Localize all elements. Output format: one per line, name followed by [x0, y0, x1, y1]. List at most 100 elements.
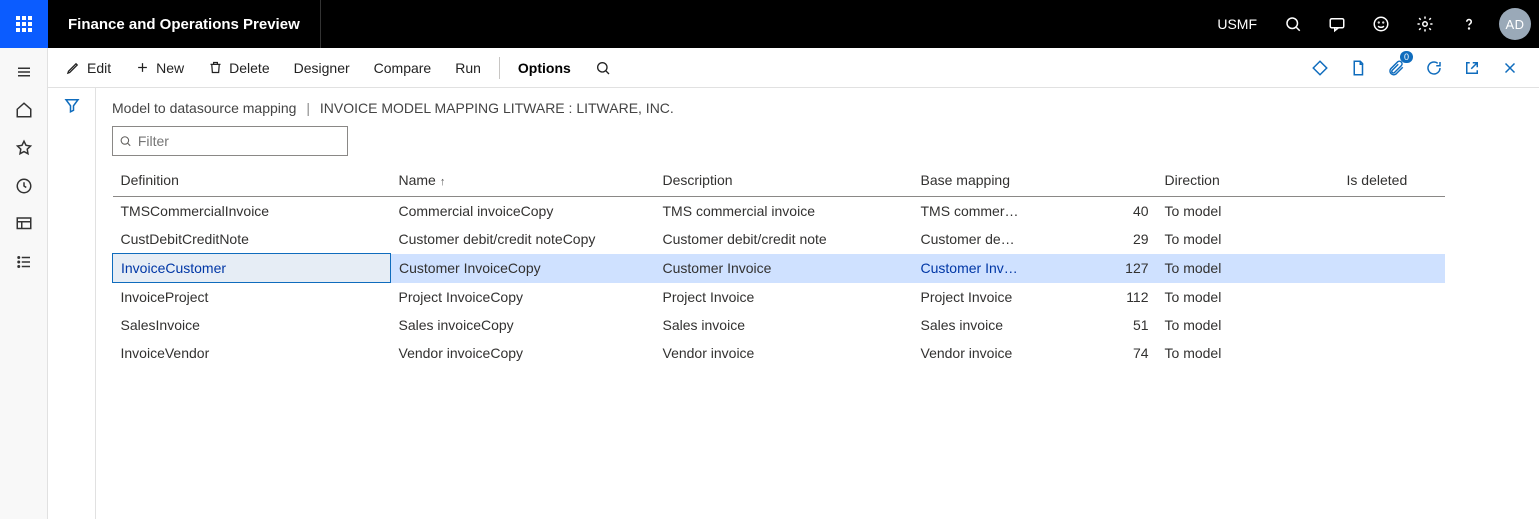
- cell-base-num[interactable]: 51: [1115, 311, 1157, 339]
- col-base-mapping[interactable]: Base mapping: [913, 166, 1157, 197]
- home-icon: [15, 101, 33, 119]
- options-button[interactable]: Options: [506, 48, 583, 88]
- cell-name[interactable]: Vendor invoiceCopy: [391, 339, 655, 367]
- cell-is-deleted[interactable]: [1339, 339, 1445, 367]
- nav-rail: [0, 48, 48, 519]
- global-header: Finance and Operations Preview USMF AD: [0, 0, 1539, 48]
- cell-base-mapping[interactable]: Customer Inv…: [913, 254, 1115, 283]
- cell-definition[interactable]: InvoiceProject: [113, 283, 391, 312]
- cell-base-mapping[interactable]: Customer de…: [913, 225, 1115, 254]
- nav-expand-button[interactable]: [4, 54, 44, 90]
- cell-description[interactable]: Vendor invoice: [655, 339, 913, 367]
- cell-direction[interactable]: To model: [1157, 311, 1339, 339]
- cell-direction[interactable]: To model: [1157, 339, 1339, 367]
- cell-base-num[interactable]: 29: [1115, 225, 1157, 254]
- cell-is-deleted[interactable]: [1339, 225, 1445, 254]
- compare-button[interactable]: Compare: [362, 48, 444, 88]
- waffle-icon: [16, 16, 32, 32]
- cell-base-num[interactable]: 40: [1115, 197, 1157, 226]
- search-button[interactable]: [1271, 0, 1315, 48]
- feedback-button[interactable]: [1359, 0, 1403, 48]
- edit-button[interactable]: Edit: [54, 48, 123, 88]
- edit-label: Edit: [87, 60, 111, 76]
- messages-button[interactable]: [1315, 0, 1359, 48]
- search-icon: [119, 134, 132, 148]
- table-row[interactable]: CustDebitCreditNoteCustomer debit/credit…: [113, 225, 1445, 254]
- grid-filter-input[interactable]: [138, 133, 341, 149]
- nav-home[interactable]: [4, 92, 44, 128]
- designer-button[interactable]: Designer: [282, 48, 362, 88]
- cell-direction[interactable]: To model: [1157, 283, 1339, 312]
- sort-asc-icon: ↑: [440, 176, 446, 188]
- cell-description[interactable]: TMS commercial invoice: [655, 197, 913, 226]
- app-launcher[interactable]: [0, 0, 48, 48]
- filter-pane-toggle[interactable]: [48, 88, 96, 519]
- toolbar-attach-button[interactable]: 0: [1379, 51, 1413, 85]
- table-row[interactable]: InvoiceCustomerCustomer InvoiceCopyCusto…: [113, 254, 1445, 283]
- cell-description[interactable]: Customer Invoice: [655, 254, 913, 283]
- cell-definition[interactable]: CustDebitCreditNote: [113, 225, 391, 254]
- nav-modules[interactable]: [4, 244, 44, 280]
- cell-is-deleted[interactable]: [1339, 254, 1445, 283]
- cell-is-deleted[interactable]: [1339, 311, 1445, 339]
- table-row[interactable]: InvoiceVendorVendor invoiceCopyVendor in…: [113, 339, 1445, 367]
- cell-name[interactable]: Project InvoiceCopy: [391, 283, 655, 312]
- run-button[interactable]: Run: [443, 48, 493, 88]
- col-definition[interactable]: Definition: [113, 166, 391, 197]
- nav-recent[interactable]: [4, 168, 44, 204]
- col-direction[interactable]: Direction: [1157, 166, 1339, 197]
- funnel-icon: [63, 96, 81, 114]
- cell-name[interactable]: Customer debit/credit noteCopy: [391, 225, 655, 254]
- popout-icon: [1463, 59, 1481, 77]
- col-description[interactable]: Description: [655, 166, 913, 197]
- cell-direction[interactable]: To model: [1157, 225, 1339, 254]
- grid-filter-box[interactable]: [112, 126, 348, 156]
- cell-name[interactable]: Commercial invoiceCopy: [391, 197, 655, 226]
- plus-icon: [135, 60, 150, 75]
- cell-base-num[interactable]: 74: [1115, 339, 1157, 367]
- cell-direction[interactable]: To model: [1157, 197, 1339, 226]
- cell-direction[interactable]: To model: [1157, 254, 1339, 283]
- cell-definition[interactable]: TMSCommercialInvoice: [113, 197, 391, 226]
- settings-button[interactable]: [1403, 0, 1447, 48]
- cell-base-mapping[interactable]: TMS commer…: [913, 197, 1115, 226]
- toolbar-close-button[interactable]: [1493, 51, 1527, 85]
- cell-base-num[interactable]: 127: [1115, 254, 1157, 283]
- breadcrumb-level-1: Model to datasource mapping: [112, 100, 296, 116]
- cell-name[interactable]: Sales invoiceCopy: [391, 311, 655, 339]
- user-avatar[interactable]: AD: [1499, 8, 1531, 40]
- delete-label: Delete: [229, 60, 269, 76]
- new-button[interactable]: New: [123, 48, 196, 88]
- cell-definition[interactable]: InvoiceVendor: [113, 339, 391, 367]
- cell-description[interactable]: Customer debit/credit note: [655, 225, 913, 254]
- help-button[interactable]: [1447, 0, 1491, 48]
- cell-name[interactable]: Customer InvoiceCopy: [391, 254, 655, 283]
- nav-workspaces[interactable]: [4, 206, 44, 242]
- nav-favorites[interactable]: [4, 130, 44, 166]
- table-row[interactable]: InvoiceProjectProject InvoiceCopyProject…: [113, 283, 1445, 312]
- toolbar-refresh-button[interactable]: [1417, 51, 1451, 85]
- cell-definition[interactable]: InvoiceCustomer: [113, 254, 391, 283]
- toolbar-info-button[interactable]: [1303, 51, 1337, 85]
- cell-definition[interactable]: SalesInvoice: [113, 311, 391, 339]
- cell-base-mapping[interactable]: Sales invoice: [913, 311, 1115, 339]
- cell-is-deleted[interactable]: [1339, 283, 1445, 312]
- table-row[interactable]: SalesInvoiceSales invoiceCopySales invoi…: [113, 311, 1445, 339]
- run-label: Run: [455, 60, 481, 76]
- toolbar-search-button[interactable]: [583, 48, 623, 88]
- cell-base-mapping[interactable]: Project Invoice: [913, 283, 1115, 312]
- mapping-grid: Definition Name↑ Description Base mappin…: [112, 166, 1445, 367]
- breadcrumb: Model to datasource mapping | INVOICE MO…: [112, 100, 1523, 116]
- delete-button[interactable]: Delete: [196, 48, 281, 88]
- cell-base-num[interactable]: 112: [1115, 283, 1157, 312]
- toolbar-tasks-button[interactable]: [1341, 51, 1375, 85]
- cell-base-mapping[interactable]: Vendor invoice: [913, 339, 1115, 367]
- company-picker[interactable]: USMF: [1203, 16, 1271, 32]
- cell-is-deleted[interactable]: [1339, 197, 1445, 226]
- toolbar-popout-button[interactable]: [1455, 51, 1489, 85]
- col-is-deleted[interactable]: Is deleted: [1339, 166, 1445, 197]
- col-name[interactable]: Name↑: [391, 166, 655, 197]
- cell-description[interactable]: Sales invoice: [655, 311, 913, 339]
- table-row[interactable]: TMSCommercialInvoiceCommercial invoiceCo…: [113, 197, 1445, 226]
- cell-description[interactable]: Project Invoice: [655, 283, 913, 312]
